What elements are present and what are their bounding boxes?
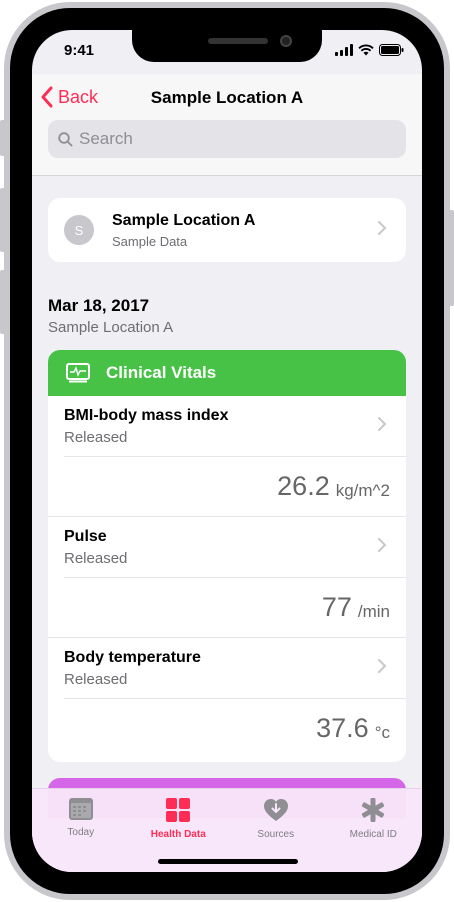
record-value: 26.2 [277, 471, 330, 501]
record-status: Released [64, 670, 128, 688]
record-location: Sample Location A [48, 319, 174, 336]
source-avatar: S [64, 215, 94, 245]
record-status: Released [64, 549, 128, 567]
source-text: Sample Location A Sample Data [112, 212, 370, 249]
content-area: S Sample Location A Sample Data Mar 18, … [32, 176, 422, 872]
vitals-monitor-icon [66, 363, 90, 383]
record-row-pulse[interactable]: Pulse Released [48, 517, 406, 577]
clinical-vitals-title: Clinical Vitals [106, 363, 217, 382]
vital-record: Pulse Released 77 /min [48, 516, 406, 637]
clinical-vitals-header: Clinical Vitals [48, 350, 406, 396]
record-name: BMI-body mass index [64, 406, 229, 424]
source-subtitle: Sample Data [112, 233, 188, 249]
health-data-grid-icon [166, 798, 191, 822]
home-indicator [158, 859, 298, 864]
record-date: Mar 18, 2017 [48, 296, 150, 315]
source-name: Sample Location A [112, 211, 256, 229]
record-value-row: 37.6 °c [64, 698, 406, 758]
record-status: Released [64, 428, 128, 446]
chevron-right-icon [370, 416, 394, 437]
wifi-icon [358, 44, 374, 56]
record-value-row: 26.2 kg/m^2 [64, 456, 406, 516]
record-value-row: 77 /min [64, 577, 406, 637]
tab-label: Today [67, 827, 95, 838]
record-unit: kg/m^2 [335, 480, 390, 500]
search-icon [58, 131, 73, 146]
chevron-right-icon [370, 220, 394, 241]
tab-medical-id[interactable]: Medical ID [325, 789, 423, 872]
record-row-body-temperature[interactable]: Body temperature Released [48, 638, 406, 698]
source-card[interactable]: S Sample Location A Sample Data [48, 198, 406, 262]
vital-record: Body temperature Released 37.6 °c [48, 637, 406, 758]
record-info: BMI-body mass index Released [64, 407, 370, 446]
status-icons [335, 44, 404, 56]
search-bar[interactable] [48, 120, 406, 158]
chevron-right-icon [370, 537, 394, 558]
mute-switch [0, 120, 6, 156]
record-name: Body temperature [64, 648, 201, 666]
notch [132, 30, 322, 62]
phone-screen: 9:41 Back Sample Location A Search S Sam… [32, 30, 422, 872]
navigation-header: Back Sample Location A [32, 74, 422, 176]
page-title: Sample Location A [150, 88, 304, 107]
volume-up-button [0, 188, 6, 252]
tab-label: Sources [257, 829, 295, 840]
record-value: 77 [321, 592, 352, 622]
tab-label: Medical ID [349, 829, 397, 840]
record-unit: /min [357, 601, 390, 621]
record-info: Pulse Released [64, 528, 370, 567]
calendar-icon [68, 798, 93, 820]
signal-icon [335, 44, 353, 56]
record-name: Pulse [64, 527, 107, 545]
vital-record: BMI-body mass index Released 26.2 kg/m^2 [48, 396, 406, 516]
status-time: 9:41 [64, 42, 95, 59]
clinical-vitals-card: Clinical Vitals BMI-body mass index Rele… [48, 350, 406, 762]
search-input[interactable] [79, 129, 379, 149]
record-value: 37.6 [316, 713, 369, 743]
record-info: Body temperature Released [64, 649, 370, 688]
volume-down-button [0, 270, 6, 334]
tab-label: Health Data [150, 829, 206, 840]
power-button [448, 210, 454, 306]
tab-today[interactable]: Today [32, 789, 130, 872]
medical-asterisk-icon [362, 798, 385, 822]
record-row-bmi[interactable]: BMI-body mass index Released [48, 396, 406, 456]
speaker [208, 38, 268, 44]
chevron-right-icon [370, 658, 394, 679]
battery-icon [379, 44, 404, 56]
sources-heart-icon [263, 799, 288, 821]
record-unit: °c [374, 722, 390, 742]
front-camera [280, 35, 292, 47]
